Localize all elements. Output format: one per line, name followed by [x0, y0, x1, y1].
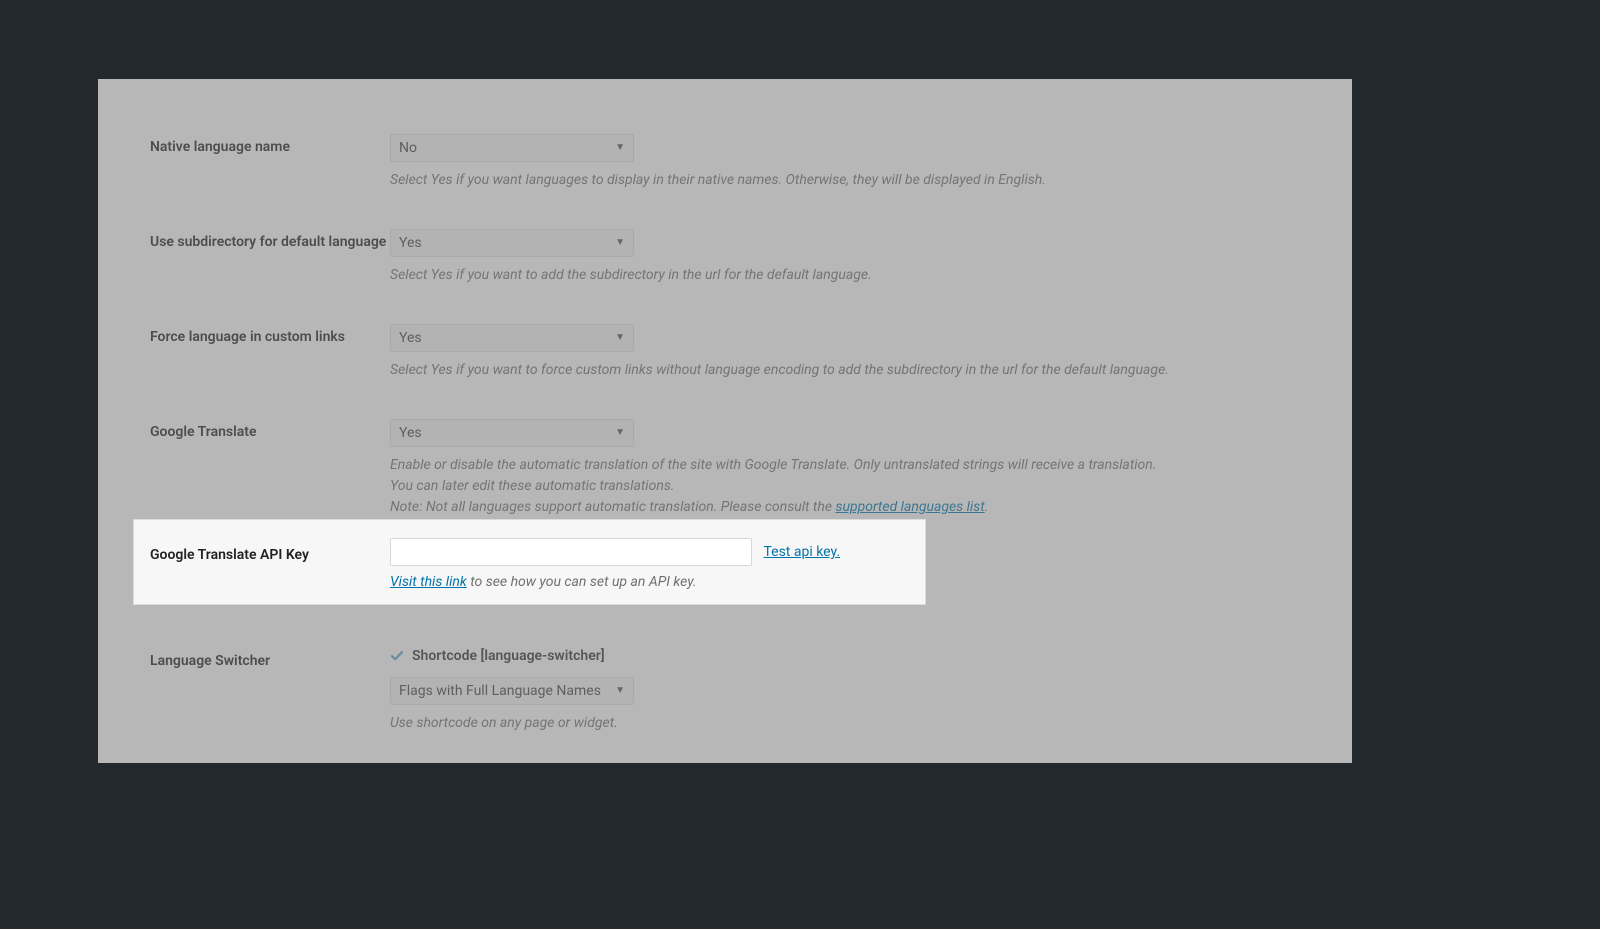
shortcode-label: Shortcode [language-switcher]: [412, 648, 605, 664]
select-force-custom[interactable]: Yes ▼: [390, 324, 634, 352]
label-api-key: Google Translate API Key: [150, 538, 390, 565]
shortcode-checkbox-row[interactable]: Shortcode [language-switcher]: [390, 648, 605, 664]
row-force-custom: Force language in custom links Yes ▼ Sel…: [150, 324, 1300, 381]
caret-icon: ▼: [615, 143, 625, 153]
gt-desc-line3-pre: Note: Not all languages support automati…: [390, 499, 835, 515]
field-native-language: No ▼ Select Yes if you want languages to…: [390, 134, 1300, 191]
supported-languages-link[interactable]: supported languages list: [835, 499, 984, 515]
desc-native-language: Select Yes if you want languages to disp…: [390, 170, 1300, 191]
field-api-key: Test api key. Visit this link to see how…: [390, 538, 909, 590]
gt-desc-line2: You can later edit these automatic trans…: [390, 478, 674, 494]
settings-content: Native language name No ▼ Select Yes if …: [98, 79, 1352, 812]
select-switcher-style[interactable]: Flags with Full Language Names ▼: [390, 677, 634, 705]
caret-icon: ▼: [615, 428, 625, 438]
label-native-language: Native language name: [150, 134, 390, 157]
api-key-input[interactable]: [390, 538, 752, 566]
check-icon: [390, 649, 404, 663]
select-native-language[interactable]: No ▼: [390, 134, 634, 162]
row-api-key: Google Translate API Key Test api key. V…: [134, 520, 925, 604]
field-language-switcher: Shortcode [language-switcher] Flags with…: [390, 648, 1300, 734]
select-google-translate[interactable]: Yes ▼: [390, 419, 634, 447]
desc-force-custom: Select Yes if you want to force custom l…: [390, 360, 1300, 381]
label-use-subdir: Use subdirectory for default language: [150, 229, 390, 252]
desc-api-key-rest: to see how you can set up an API key.: [467, 574, 697, 590]
select-google-translate-value: Yes: [399, 425, 422, 441]
gt-desc-line3-post: .: [985, 499, 989, 515]
desc-api-key: Visit this link to see how you can set u…: [390, 574, 909, 590]
caret-icon: ▼: [615, 333, 625, 343]
caret-icon: ▼: [615, 686, 625, 696]
desc-google-translate: Enable or disable the automatic translat…: [390, 455, 1300, 518]
row-use-subdir: Use subdirectory for default language Ye…: [150, 229, 1300, 286]
visit-this-link[interactable]: Visit this link: [390, 574, 467, 590]
label-force-custom: Force language in custom links: [150, 324, 390, 347]
select-native-language-value: No: [399, 140, 417, 156]
row-language-switcher: Language Switcher Shortcode [language-sw…: [150, 648, 1300, 734]
select-use-subdir-value: Yes: [399, 235, 422, 251]
select-switcher-style-value: Flags with Full Language Names: [399, 683, 601, 699]
label-language-switcher: Language Switcher: [150, 648, 390, 671]
select-force-custom-value: Yes: [399, 330, 422, 346]
field-force-custom: Yes ▼ Select Yes if you want to force cu…: [390, 324, 1300, 381]
settings-panel: Native language name No ▼ Select Yes if …: [98, 79, 1352, 763]
field-use-subdir: Yes ▼ Select Yes if you want to add the …: [390, 229, 1300, 286]
label-google-translate: Google Translate: [150, 419, 390, 442]
test-api-key-link[interactable]: Test api key.: [763, 544, 840, 560]
row-native-language: Native language name No ▼ Select Yes if …: [150, 134, 1300, 191]
caret-icon: ▼: [615, 238, 625, 248]
desc-use-subdir: Select Yes if you want to add the subdir…: [390, 265, 1300, 286]
gt-desc-line1: Enable or disable the automatic translat…: [390, 457, 1156, 473]
select-use-subdir[interactable]: Yes ▼: [390, 229, 634, 257]
row-google-translate: Google Translate Yes ▼ Enable or disable…: [150, 419, 1300, 518]
desc-switcher: Use shortcode on any page or widget.: [390, 713, 1300, 734]
field-google-translate: Yes ▼ Enable or disable the automatic tr…: [390, 419, 1300, 518]
